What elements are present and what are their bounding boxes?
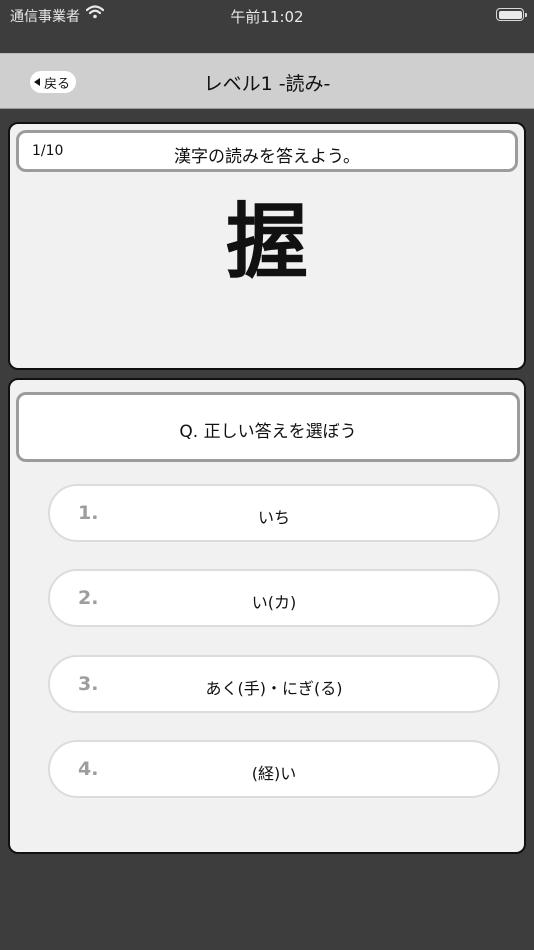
choice-button-2[interactable]: 2. い(カ) (48, 569, 500, 627)
choice-label: あく(手)・にぎ(る) (205, 679, 343, 698)
choice-button-3[interactable]: 3. あく(手)・にぎ(る) (48, 655, 500, 713)
question-card: 1/10 漢字の読みを答えよう。 握 (8, 122, 526, 370)
question-prompt: Q. 正しい答えを選ぼう (16, 392, 520, 462)
choice-label: (経)い (251, 764, 297, 783)
battery-icon (496, 8, 527, 21)
choice-button-4[interactable]: 4. (経)い (48, 740, 500, 798)
choice-label: いち (257, 508, 290, 527)
prompt-text: Q. 正しい答えを選ぼう (179, 422, 357, 442)
answer-card: Q. 正しい答えを選ぼう 1. いち 2. い(カ) 3. あく(手)・にぎ(る… (8, 378, 526, 854)
kanji-display: 握 (225, 195, 308, 290)
choice-button-1[interactable]: 1. いち (48, 484, 500, 542)
navigation-bar: 戻る レベル1 -読み- (0, 53, 534, 109)
status-bar: 通信事業者 午前11:02 (0, 0, 534, 30)
page-title: レベル1 -読み- (203, 73, 331, 95)
choice-label: い(カ) (251, 593, 297, 612)
status-time: 午前11:02 (230, 8, 304, 26)
instruction-text: 漢字の読みを答えよう。 (174, 147, 360, 167)
instruction-bar: 1/10 漢字の読みを答えよう。 (16, 130, 518, 172)
